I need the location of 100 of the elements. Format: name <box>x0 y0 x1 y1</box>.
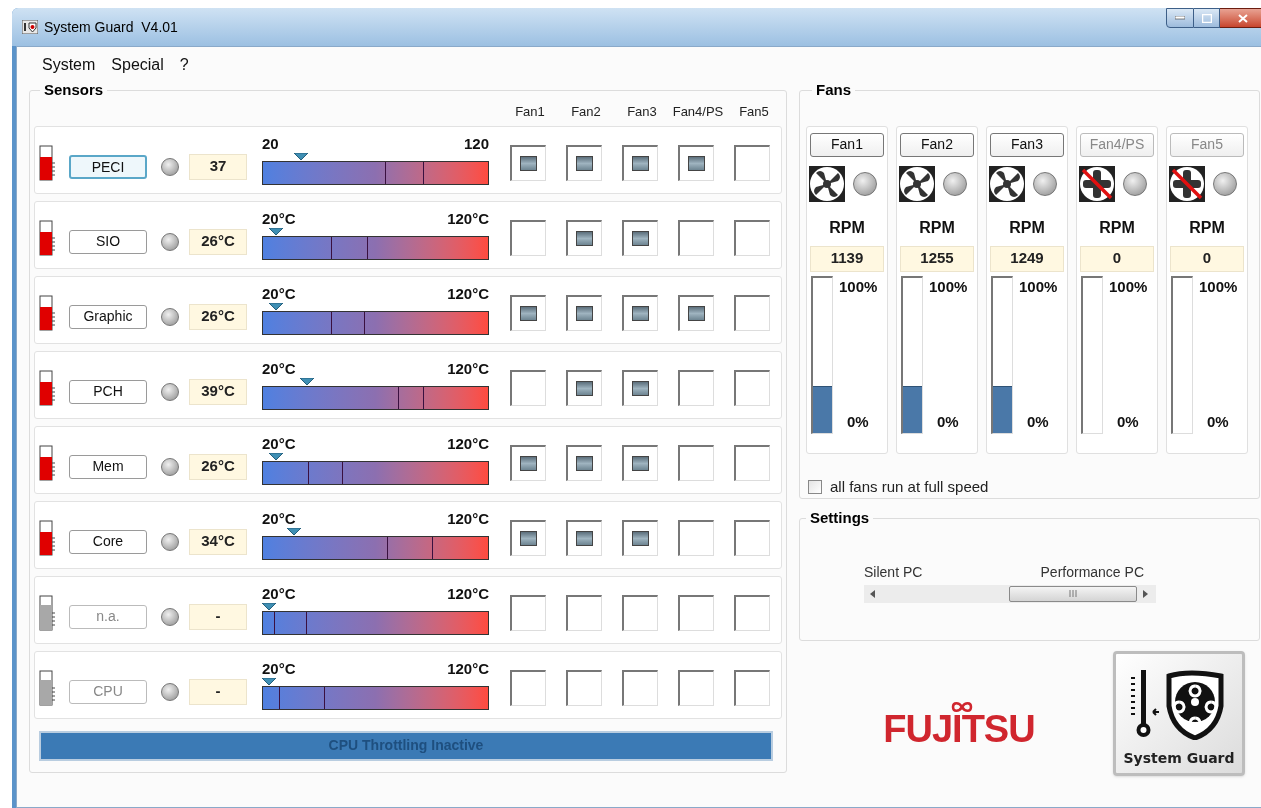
fan-checkbox[interactable] <box>734 444 770 481</box>
fan-checkbox[interactable] <box>734 369 770 406</box>
fan-checkbox[interactable] <box>510 444 546 481</box>
fan-checkbox[interactable] <box>510 294 546 331</box>
fan-checkbox[interactable] <box>566 519 602 556</box>
min-percent-label: 0% <box>847 412 870 432</box>
max-percent-label: 100% <box>1109 276 1148 297</box>
menu-item[interactable]: Special <box>106 53 169 77</box>
system-guard-button[interactable]: System Guard <box>1113 651 1245 776</box>
column-header: Fan2 <box>570 103 602 121</box>
fan-checkbox[interactable] <box>510 219 546 256</box>
maximize-button[interactable] <box>1194 8 1220 28</box>
rpm-label: RPM <box>829 217 865 238</box>
minimize-icon <box>1175 16 1185 20</box>
scale-max-label: 120°C <box>447 509 489 528</box>
sensor-button[interactable]: PCH <box>69 379 147 404</box>
temperature-value: 37 <box>189 153 247 180</box>
slider-label: Silent PC <box>864 562 923 582</box>
fan-checkbox[interactable] <box>678 219 714 256</box>
fan-checkbox[interactable] <box>566 144 602 181</box>
column-header: Fan1 <box>514 103 546 121</box>
logo-loop-icon <box>951 699 973 714</box>
fan-checkbox[interactable] <box>734 519 770 556</box>
fan-button[interactable]: Fan2 <box>900 132 974 157</box>
fan-checkbox[interactable] <box>622 144 658 181</box>
fan-checkbox[interactable] <box>566 369 602 406</box>
checkbox-label: all fans run at full speed <box>830 476 989 497</box>
temperature-value: - <box>189 603 247 630</box>
fan-checkbox[interactable] <box>622 294 658 331</box>
rpm-label: RPM <box>1189 217 1225 238</box>
sensor-button[interactable]: Core <box>69 529 147 554</box>
sensor-button[interactable]: SIO <box>69 229 147 254</box>
fan-button[interactable]: Fan1 <box>810 132 884 157</box>
temperature-value: 39°C <box>189 378 247 405</box>
status-led <box>161 607 179 626</box>
thermometer-icon <box>39 220 56 257</box>
rpm-value: 1249 <box>990 245 1064 272</box>
status-led <box>853 171 877 196</box>
maximize-icon <box>1201 13 1212 23</box>
sensor-button[interactable]: Graphic <box>69 304 147 329</box>
menu-item[interactable]: System <box>37 53 101 77</box>
max-percent-label: 100% <box>839 276 878 297</box>
fan-checkbox[interactable] <box>678 444 714 481</box>
close-icon <box>1237 13 1248 23</box>
status-led <box>161 232 179 251</box>
temperature-value: 26°C <box>189 303 247 330</box>
slider-label: Performance PC <box>1040 562 1144 582</box>
thermometer-icon <box>39 370 56 407</box>
fan-checkbox[interactable] <box>678 294 714 331</box>
company-logo: FUJITSU <box>883 699 1035 748</box>
status-led <box>1213 171 1237 196</box>
column-header: Fan4/PS <box>671 103 725 121</box>
scale-max-label: 120°C <box>447 284 489 303</box>
minimize-button[interactable] <box>1166 8 1194 28</box>
fan-button[interactable]: Fan3 <box>990 132 1064 157</box>
fan-checkbox[interactable] <box>734 144 770 181</box>
thermometer-icon <box>39 145 56 182</box>
status-led <box>943 171 967 196</box>
fan-checkbox[interactable] <box>734 219 770 256</box>
fan-checkbox[interactable] <box>678 369 714 406</box>
rpm-label: RPM <box>1009 217 1045 238</box>
fan-checkbox[interactable] <box>622 444 658 481</box>
rpm-label: RPM <box>1099 217 1135 238</box>
status-led <box>161 532 179 551</box>
fan-checkbox[interactable] <box>510 519 546 556</box>
status-led <box>1033 171 1057 196</box>
rpm-value: 1139 <box>810 245 884 272</box>
min-percent-label: 0% <box>1117 412 1140 432</box>
temperature-value: 34°C <box>189 528 247 555</box>
fan-checkbox[interactable] <box>734 294 770 331</box>
full-speed-checkbox[interactable] <box>808 479 822 494</box>
group-title: Settings <box>809 508 871 528</box>
fan-checkbox[interactable] <box>510 369 546 406</box>
fan-checkbox[interactable] <box>622 369 658 406</box>
fan-checkbox[interactable] <box>566 294 602 331</box>
sensor-button[interactable]: PECI <box>69 154 147 179</box>
menu-item[interactable]: ? <box>174 53 194 77</box>
rpm-value: 0 <box>1080 245 1154 272</box>
close-button[interactable] <box>1220 8 1261 28</box>
temperature-value: - <box>189 678 247 705</box>
fan-checkbox[interactable] <box>510 144 546 181</box>
status-led <box>161 682 179 701</box>
sensor-button[interactable]: Mem <box>69 454 147 479</box>
fan-checkbox[interactable] <box>566 444 602 481</box>
thermometer-icon <box>39 595 56 632</box>
fan-checkbox[interactable] <box>566 219 602 256</box>
column-header: Fan5 <box>738 103 770 121</box>
scale-max-label: 120°C <box>447 584 489 603</box>
max-percent-label: 100% <box>929 276 968 297</box>
fan-checkbox[interactable] <box>678 144 714 181</box>
scale-max-label: 120°C <box>447 659 489 678</box>
temperature-value: 26°C <box>189 453 247 480</box>
scale-max-label: 120 <box>463 134 489 153</box>
thermometer-icon <box>39 445 56 482</box>
fan-checkbox[interactable] <box>678 519 714 556</box>
scale-min-label: 20°C <box>262 659 296 678</box>
scale-min-label: 20 <box>262 134 279 153</box>
status-led <box>161 382 179 401</box>
fan-checkbox[interactable] <box>622 519 658 556</box>
fan-checkbox[interactable] <box>622 219 658 256</box>
